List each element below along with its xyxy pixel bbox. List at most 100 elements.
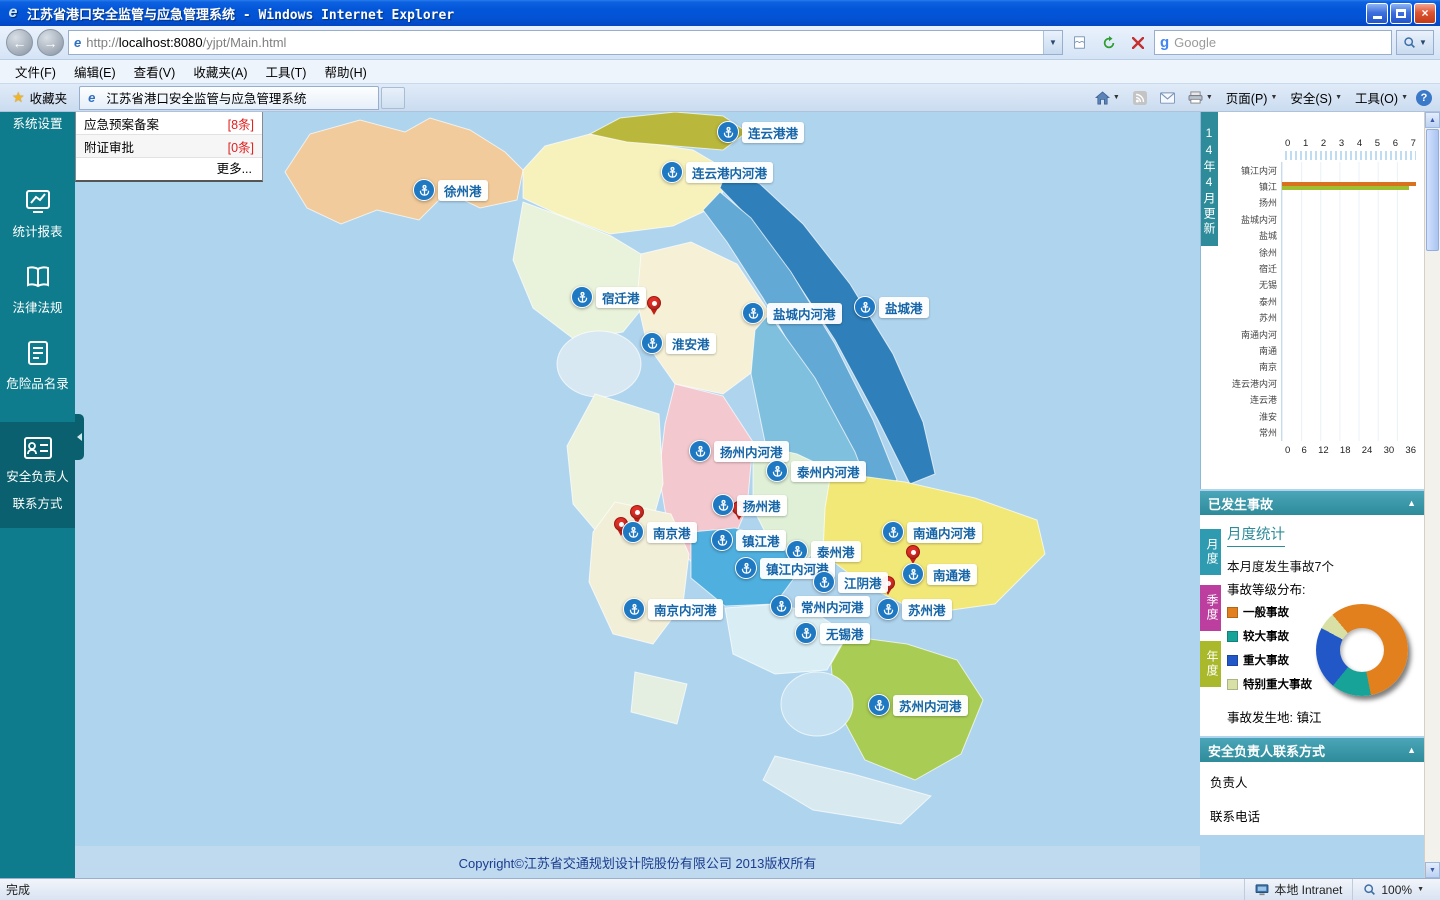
legend-item: 一般事故 (1227, 604, 1312, 620)
search-button[interactable]: ▼ (1396, 30, 1434, 55)
anchor-icon (711, 529, 733, 551)
sidebar-item-laws[interactable]: 法律法规 (0, 256, 75, 324)
refresh-button[interactable] (1096, 30, 1121, 55)
anchor-icon (622, 521, 644, 543)
tab-favicon-icon: e (88, 90, 95, 105)
port-marker[interactable]: 南通内河港 (882, 521, 982, 543)
port-label: 连云港内河港 (686, 162, 773, 183)
sidebar-collapse-handle[interactable] (75, 414, 84, 460)
sidebar-item-hazmat-list[interactable]: 危险品名录 (0, 332, 75, 400)
location-pin-icon[interactable] (905, 545, 921, 564)
sidebar-item-system-settings[interactable]: 系统设置 (12, 113, 62, 132)
compatibility-view-button[interactable] (1067, 30, 1092, 55)
scrollbar-thumb[interactable] (1426, 129, 1439, 251)
help-button[interactable]: ? (1416, 90, 1432, 106)
tab-main[interactable]: e 江苏省港口安全监管与应急管理系统 (79, 86, 379, 110)
safety-menu-button[interactable]: 安全(S) ▼ (1285, 85, 1347, 110)
port-marker[interactable]: 镇江港 (711, 529, 786, 551)
url-host: localhost:8080 (119, 35, 203, 50)
chart-category-label: 南通 (1219, 344, 1281, 357)
forward-button[interactable]: → (37, 29, 64, 56)
port-label: 苏州港 (902, 599, 952, 620)
search-dropdown-caret: ▼ (1419, 38, 1427, 47)
accident-location: 事故发生地: 镇江 (1227, 707, 1418, 726)
notice-more-link[interactable]: 更多... (76, 158, 262, 180)
port-marker[interactable]: 南通港 (902, 563, 977, 585)
title-bar: e 江苏省港口安全监管与应急管理系统 - Windows Internet Ex… (0, 0, 1440, 26)
port-marker[interactable]: 徐州港 (413, 179, 488, 201)
port-label: 扬州内河港 (714, 441, 789, 462)
page-icon: e (74, 35, 81, 50)
port-marker[interactable]: 扬州内河港 (689, 440, 789, 462)
collapse-arrow-icon: ▲ (1407, 498, 1416, 508)
scroll-down-button[interactable]: ▼ (1425, 862, 1440, 878)
sidebar-item-safety-contacts[interactable]: 安全负责人 联系方式 (0, 422, 75, 528)
port-marker[interactable]: 淮安港 (641, 332, 716, 354)
port-marker[interactable]: 常州内河港 (770, 595, 870, 617)
port-marker[interactable]: 连云港内河港 (661, 161, 773, 183)
home-button[interactable]: ▼ (1090, 88, 1125, 108)
anchor-icon (868, 694, 890, 716)
port-marker[interactable]: 盐城内河港 (742, 302, 842, 324)
notice-row-certificate-approval[interactable]: 附证审批 [0条] (76, 135, 262, 158)
read-mail-button[interactable] (1155, 89, 1180, 107)
contact-panel-header[interactable]: 安全负责人联系方式 ▲ (1200, 738, 1424, 762)
feeds-button[interactable] (1128, 88, 1152, 108)
port-marker[interactable]: 无锡港 (795, 622, 870, 644)
zoom-icon (1363, 883, 1376, 896)
port-marker[interactable]: 盐城港 (854, 296, 929, 318)
tools-menu-button[interactable]: 工具(O) ▼ (1350, 85, 1413, 110)
page-menu-button[interactable]: 页面(P) ▼ (1221, 85, 1283, 110)
chart-rows: 镇江内河镇江扬州盐城内河盐城徐州宿迁无锡泰州苏州南通内河南通南京连云港内河连云港… (1219, 162, 1416, 441)
anchor-icon (877, 598, 899, 620)
port-marker[interactable]: 宿迁港 (571, 286, 646, 308)
menu-item-favorites[interactable]: 收藏夹(A) (184, 59, 256, 84)
stop-button[interactable] (1125, 30, 1150, 55)
new-tab-stub[interactable] (381, 87, 405, 109)
port-marker[interactable]: 江阴港 (813, 571, 888, 593)
tools-menu-label: 工具(O) (1355, 88, 1398, 107)
port-marker[interactable]: 苏州港 (877, 598, 952, 620)
scroll-up-button[interactable]: ▲ (1425, 112, 1440, 128)
minimize-button[interactable] (1366, 3, 1388, 24)
favorites-button[interactable]: ★ 收藏夹 (4, 88, 75, 107)
menu-item-tools[interactable]: 工具(T) (256, 59, 315, 84)
menu-item-edit[interactable]: 编辑(E) (65, 59, 125, 84)
accident-period-tab[interactable]: 年度 (1200, 641, 1221, 687)
close-button[interactable]: × (1414, 3, 1436, 24)
back-button[interactable]: ← (6, 29, 33, 56)
address-input[interactable]: e http://localhost:8080/yjpt/Main.html ▼ (68, 30, 1063, 55)
port-marker[interactable]: 苏州内河港 (868, 694, 968, 716)
port-marker[interactable]: 连云港港 (717, 121, 804, 143)
map-area[interactable]: 连云港港连云港内河港徐州港宿迁港淮安港 盐城内河港盐城港扬州内河港泰州内河港扬州港… (75, 112, 1200, 878)
accident-period-tab[interactable]: 季度 (1200, 585, 1221, 631)
vertical-scrollbar[interactable]: ▲ ▼ (1424, 112, 1440, 878)
port-marker[interactable]: 泰州内河港 (766, 460, 866, 482)
port-marker[interactable]: 南京内河港 (623, 598, 723, 620)
sidebar-item-reports[interactable]: 统计报表 (0, 180, 75, 248)
page-menu-label: 页面(P) (1226, 88, 1268, 107)
maximize-button[interactable] (1390, 3, 1412, 24)
url-path: /yjpt/Main.html (203, 35, 287, 50)
menu-item-file[interactable]: 文件(F) (6, 59, 65, 84)
port-marker[interactable]: 扬州港 (712, 494, 787, 516)
accident-period-tab[interactable]: 月度 (1200, 529, 1221, 575)
chart-bar (1282, 186, 1409, 190)
address-dropdown-button[interactable]: ▼ (1043, 31, 1062, 54)
notice-count-badge: [8条] (228, 114, 254, 133)
menu-item-view[interactable]: 查看(V) (125, 59, 185, 84)
intranet-zone-icon (1255, 884, 1269, 896)
menu-item-help[interactable]: 帮助(H) (315, 59, 375, 84)
maximize-icon (1396, 9, 1406, 18)
legend-item: 重大事故 (1227, 652, 1312, 668)
search-input[interactable]: g Google (1154, 30, 1392, 55)
port-marker[interactable]: 南京港 (622, 521, 697, 543)
location-pin-icon[interactable] (646, 296, 662, 315)
print-button[interactable]: ▼ (1183, 88, 1218, 107)
zoom-control[interactable]: 100% ▼ (1352, 879, 1434, 900)
chart-track (1281, 424, 1416, 440)
port-label: 徐州港 (438, 180, 488, 201)
security-zone-indicator[interactable]: 本地 Intranet (1244, 879, 1352, 900)
notice-row-emergency-plan[interactable]: 应急预案备案 [8条] (76, 112, 262, 135)
accident-panel-header[interactable]: 已发生事故 ▲ (1200, 491, 1424, 515)
